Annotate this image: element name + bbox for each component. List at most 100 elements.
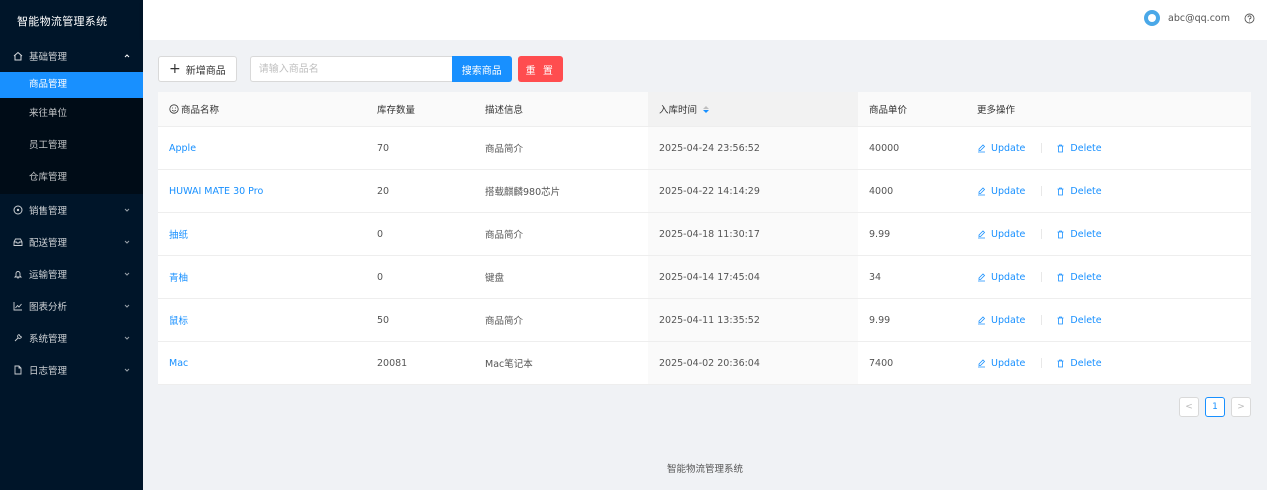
delete-button[interactable]: Delete [1056,186,1102,197]
sidebar: 智能物流管理系统 基础管理 商品管理 来往单位 员工管理 仓库管理 销售管理 配… [0,0,143,490]
home-icon [12,50,24,62]
tool-icon [12,332,24,344]
product-name-link[interactable]: HUWAI MATE 30 Pro [169,186,263,197]
cell-price: 9.99 [869,228,891,240]
plus-icon: + [169,61,181,77]
user-menu[interactable]: abc@qq.com [1144,10,1255,26]
cell-time: 2025-04-18 11:30:17 [648,213,858,255]
main-content: + 新增商品 搜索商品 重 置 商品名称 库存数量 描述信息 入库时间 商品单价… [143,40,1267,490]
product-name-link[interactable]: 抽纸 [169,230,188,241]
delete-button[interactable]: Delete [1056,358,1102,369]
sidebar-group-label: 配送管理 [29,238,68,249]
add-product-label: 新增商品 [185,65,226,77]
search-input[interactable] [249,56,452,82]
update-label: Update [991,271,1026,283]
update-button[interactable]: Update [977,229,1025,240]
dollar-circle-icon [12,204,24,216]
sort-icon[interactable] [703,105,710,113]
submenu-basic: 商品管理 来往单位 员工管理 仓库管理 [0,72,143,194]
cell-actions: Update Delete [966,186,1251,197]
cell-price: 40000 [869,142,900,154]
footer-text: 智能物流管理系统 [666,464,743,475]
sidebar-group-transport[interactable]: 运输管理 [0,258,143,290]
sidebar-item-staff[interactable]: 员工管理 [0,130,143,162]
update-button[interactable]: Update [977,186,1025,197]
app-logo-title: 智能物流管理系统 [17,15,108,28]
sidebar-item-product[interactable]: 商品管理 [0,72,143,98]
cell-price: 7400 [869,357,894,369]
edit-icon [977,229,991,239]
pagination: < 1 > [1173,397,1251,417]
edit-icon [977,358,991,368]
cell-stock: 0 [377,228,384,240]
table-row: 抽纸 0 商品简介 2025-04-18 11:30:17 9.99 Update Dele… [158,213,1251,256]
update-button[interactable]: Update [977,358,1025,369]
cell-stock: 0 [377,271,384,283]
cell-stock: 50 [377,314,390,326]
product-name-link[interactable]: Apple [169,143,196,154]
cell-actions: Update Delete [966,143,1251,154]
user-email[interactable]: abc@qq.com [1168,13,1230,24]
sidebar-group-basic[interactable]: 基础管理 [0,40,143,72]
divider [1041,186,1043,196]
product-name-link[interactable]: 青柚 [169,273,188,284]
cell-desc: Mac笔记本 [485,359,533,370]
product-name-link[interactable]: Mac [169,358,188,369]
edit-icon [977,315,991,325]
delete-button[interactable]: Delete [1056,229,1102,240]
update-button[interactable]: Update [977,143,1025,154]
product-name-link[interactable]: 鼠标 [169,316,188,327]
reset-button[interactable]: 重 置 [517,56,563,82]
edit-icon [977,186,991,196]
sidebar-group-charts[interactable]: 图表分析 [0,290,143,322]
cell-stock: 20081 [377,357,408,369]
sidebar-group-label: 图表分析 [29,302,68,313]
prev-page-button[interactable]: < [1179,397,1199,417]
delete-label: Delete [1070,271,1102,283]
update-button[interactable]: Update [977,272,1025,283]
chevron-down-icon [123,238,131,246]
cell-time: 2025-04-24 23:56:52 [648,127,858,169]
search-button[interactable]: 搜索商品 [451,56,512,82]
sidebar-item-partners[interactable]: 来往单位 [0,98,143,130]
trash-icon [1056,230,1070,239]
line-chart-icon [12,300,24,312]
update-label: Update [991,314,1026,326]
avatar-icon[interactable] [1144,10,1161,26]
sidebar-group-label: 基础管理 [29,52,68,63]
cell-actions: Update Delete [966,272,1251,283]
cell-price: 34 [869,271,882,283]
update-label: Update [991,142,1026,154]
add-product-button[interactable]: + 新增商品 [158,56,237,82]
cell-stock: 20 [377,185,390,197]
table-body: Apple 70 商品简介 2025-04-24 23:56:52 40000 Updat… [158,127,1251,385]
cell-actions: Update Delete [966,229,1251,240]
page-button-current[interactable]: 1 [1205,397,1225,417]
cell-desc: 商品简介 [485,316,524,327]
divider [1041,272,1043,282]
sidebar-group-delivery[interactable]: 配送管理 [0,226,143,258]
next-page-button[interactable]: > [1231,397,1251,417]
edit-icon [977,143,991,153]
divider [1041,358,1043,368]
column-header-actions: 更多操作 [977,105,1016,116]
sidebar-group-system[interactable]: 系统管理 [0,322,143,354]
column-header-time[interactable]: 入库时间 [648,92,858,126]
sidebar-item-warehouse[interactable]: 仓库管理 [0,162,143,194]
update-label: Update [991,357,1026,369]
column-header-stock: 库存数量 [377,105,416,116]
sidebar-group-sales[interactable]: 销售管理 [0,194,143,226]
sidebar-group-logs[interactable]: 日志管理 [0,354,143,386]
inbox-icon [12,236,24,248]
update-label: Update [991,228,1026,240]
delete-button[interactable]: Delete [1056,315,1102,326]
question-circle-icon[interactable] [1244,13,1255,24]
column-header-desc: 描述信息 [485,105,524,116]
cell-stock: 70 [377,142,390,154]
cell-time: 2025-04-14 17:45:04 [648,256,858,298]
divider [1041,315,1043,325]
toolbar: + 新增商品 搜索商品 重 置 [158,56,563,82]
delete-button[interactable]: Delete [1056,271,1102,283]
delete-button[interactable]: Delete [1056,143,1102,154]
update-button[interactable]: Update [977,315,1025,326]
